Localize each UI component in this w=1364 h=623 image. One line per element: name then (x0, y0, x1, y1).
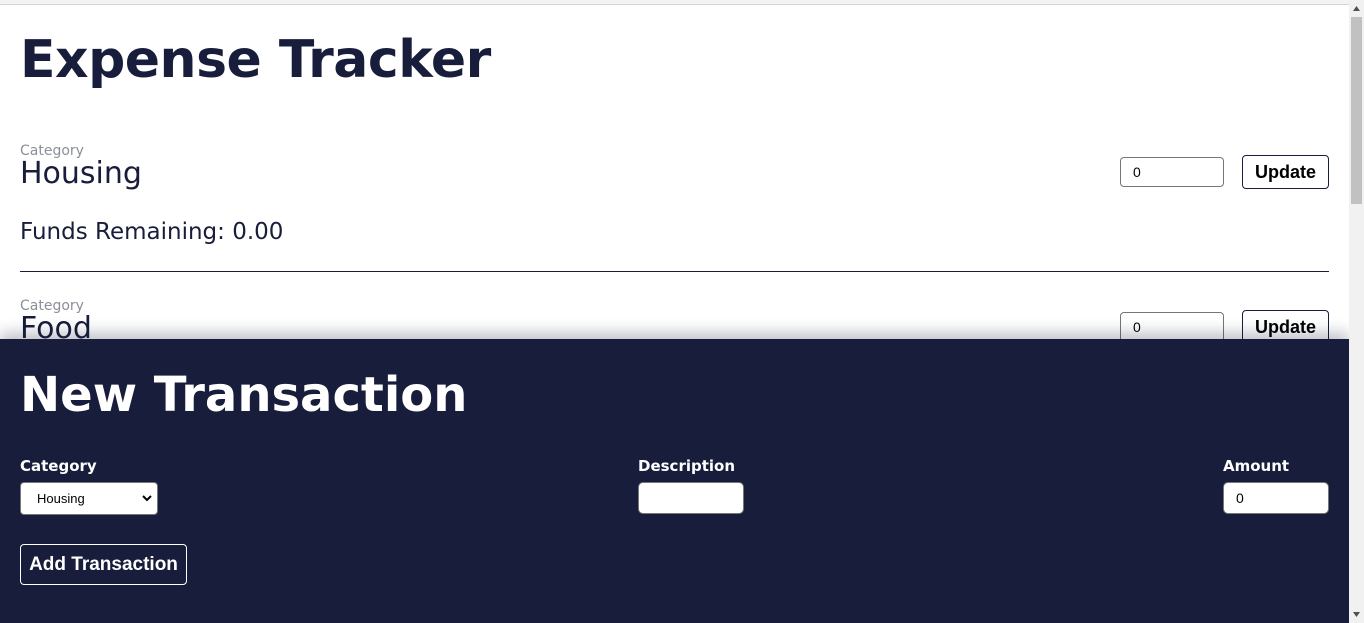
new-transaction-title: New Transaction (20, 367, 468, 423)
category-select-value: Housing (37, 491, 85, 506)
scroll-up-arrow-icon[interactable] (1349, 0, 1364, 17)
category-card-housing: Category Housing Update Funds Remaining:… (20, 143, 1329, 283)
vertical-scrollbar[interactable] (1349, 0, 1364, 623)
browser-top-edge (0, 0, 1349, 5)
update-button[interactable]: Update (1242, 155, 1329, 189)
scroll-thumb[interactable] (1351, 17, 1362, 204)
new-transaction-panel: New Transaction Category Housing Descrip… (0, 339, 1349, 623)
budget-input[interactable] (1120, 157, 1224, 187)
scroll-down-arrow-icon[interactable] (1349, 606, 1364, 623)
description-field-label: Description (638, 457, 736, 475)
chevron-down-icon (142, 495, 152, 502)
description-input[interactable] (638, 482, 744, 514)
category-select[interactable]: Housing (20, 482, 158, 515)
category-name: Housing (20, 156, 142, 191)
category-divider (20, 271, 1329, 272)
amount-input[interactable] (1223, 482, 1329, 514)
funds-remaining: Funds Remaining: 0.00 (20, 219, 284, 245)
page-viewport: Expense Tracker Category Housing Update … (0, 0, 1349, 623)
add-transaction-button[interactable]: Add Transaction (20, 544, 187, 585)
budget-input[interactable] (1120, 312, 1224, 342)
page-title: Expense Tracker (20, 30, 491, 90)
amount-field-label: Amount (1223, 457, 1290, 475)
category-field-label: Category (20, 457, 97, 475)
